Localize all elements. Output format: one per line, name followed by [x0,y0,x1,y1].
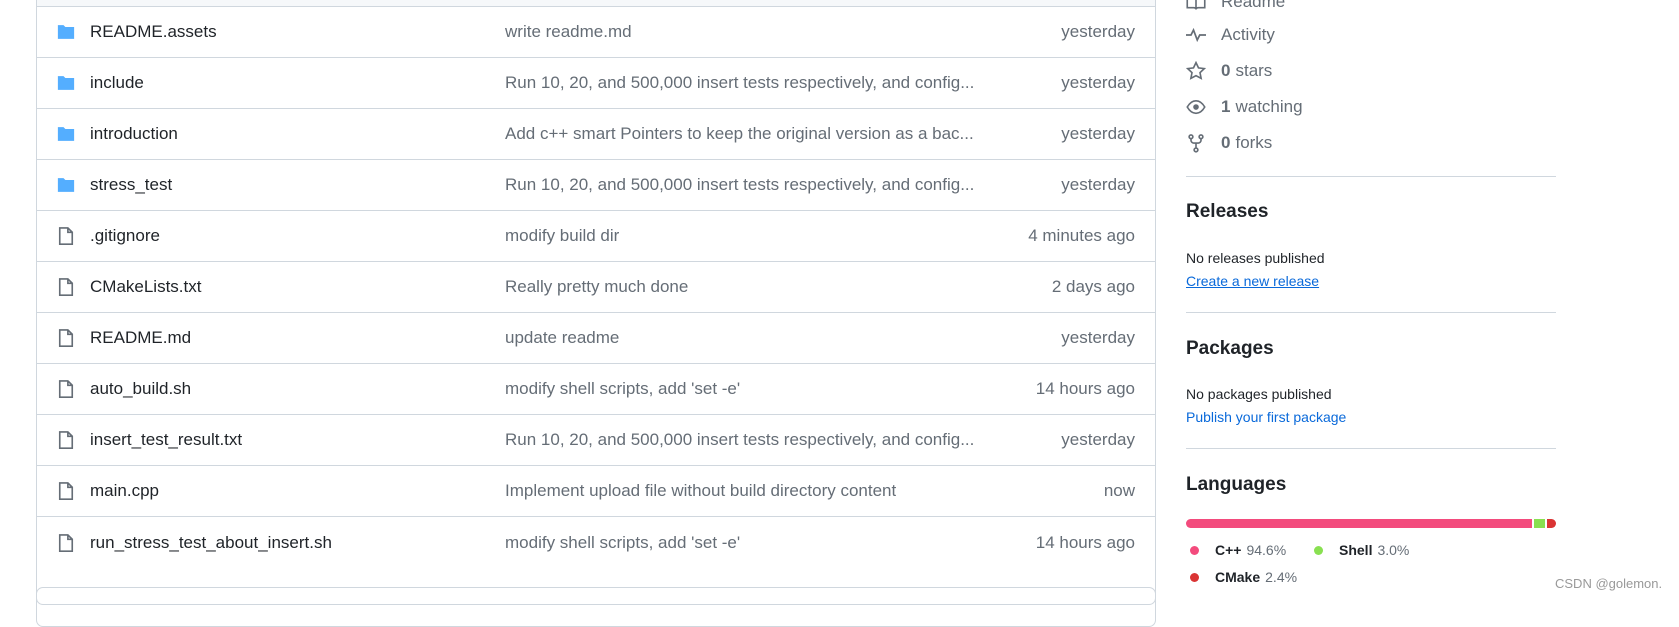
commit-date: 14 hours ago [1035,532,1135,552]
file-row[interactable]: run_stress_test_about_insert.sh modify s… [37,517,1155,568]
book-icon [1186,0,1206,10]
language-percent: 2.4% [1265,569,1298,585]
language-name: CMake [1215,569,1261,585]
publish-package-link[interactable]: Publish your first package [1186,409,1346,425]
folder-icon [56,22,76,42]
releases-heading[interactable]: Releases [1186,201,1268,223]
file-icon [56,430,76,450]
file-name-link[interactable]: include [90,73,144,93]
language-name: Shell [1339,542,1373,558]
language-bar-segment [1534,519,1546,528]
readme-link[interactable]: Readme [1186,0,1285,14]
file-name-link[interactable]: README.assets [90,22,217,42]
pulse-icon [1186,27,1206,43]
file-icon [56,533,76,553]
commit-date: now [1103,481,1135,500]
file-row[interactable]: auto_build.sh modify shell scripts, add … [37,364,1155,415]
file-row[interactable]: .gitignore modify build dir 4 minutes ag… [37,211,1155,262]
stars-link[interactable]: 0 stars [1186,59,1272,83]
commit-message-link[interactable]: modify shell scripts, add 'set -e' [505,379,740,399]
commit-message-link[interactable]: Run 10, 20, and 500,000 insert tests res… [505,430,974,450]
file-name-link[interactable]: README.md [90,328,191,348]
language-color-dot [1190,545,1199,555]
commit-date: 4 minutes ago [1028,226,1135,245]
language-bar-segment [1547,519,1556,528]
commit-date: yesterday [1061,328,1135,347]
packages-heading[interactable]: Packages [1186,338,1274,360]
commit-message-link[interactable]: modify shell scripts, add 'set -e' [505,533,740,553]
commit-message-link[interactable]: Run 10, 20, and 500,000 insert tests res… [505,73,974,93]
file-name-link[interactable]: insert_test_result.txt [90,430,242,450]
commit-date: yesterday [1061,175,1135,194]
file-row[interactable]: introduction Add c++ smart Pointers to k… [37,109,1155,160]
file-icon [56,379,76,399]
divider [1186,448,1556,449]
file-name-link[interactable]: auto_build.sh [90,379,191,399]
file-name-link[interactable]: .gitignore [90,226,160,246]
commit-message-link[interactable]: Really pretty much done [505,277,688,297]
language-bar [1186,519,1556,528]
file-row[interactable]: README.assets write readme.md yesterday [37,7,1155,58]
commit-date: yesterday [1061,73,1135,92]
file-icon [56,226,76,246]
file-name-link[interactable]: run_stress_test_about_insert.sh [90,533,332,553]
no-packages-text: No packages published [1186,386,1332,402]
language-percent: 94.6% [1246,542,1287,558]
eye-icon [1186,99,1206,115]
file-row[interactable]: main.cpp Implement upload file without b… [37,466,1155,517]
file-name-link[interactable]: main.cpp [90,481,159,501]
file-list-header [37,0,1155,7]
commit-date: 2 days ago [1051,277,1135,296]
file-name-link[interactable]: CMakeLists.txt [90,277,201,297]
language-name: C++ [1215,542,1242,558]
language-legend-item[interactable]: Shell 3.0% [1314,542,1409,558]
language-legend-item[interactable]: CMake 2.4% [1190,569,1297,585]
watching-link[interactable]: 1 watching [1186,95,1303,119]
create-release-link[interactable]: Create a new release [1186,273,1319,289]
file-row[interactable]: README.md update readme yesterday [37,313,1155,364]
fork-icon [1188,134,1204,153]
commit-date: 14 hours ago [1035,379,1135,398]
forks-link[interactable]: 0 forks [1186,131,1272,155]
folder-icon [56,175,76,195]
file-list: README.assets write readme.md yesterday … [36,0,1156,605]
languages-heading: Languages [1186,474,1287,495]
folder-icon [56,73,76,93]
star-icon [1186,61,1206,80]
activity-link[interactable]: Activity [1186,23,1275,47]
file-row[interactable]: insert_test_result.txt Run 10, 20, and 5… [37,415,1155,466]
commit-date: yesterday [1061,124,1135,143]
file-name-link[interactable]: introduction [90,124,178,144]
language-color-dot [1190,572,1199,582]
commit-date: yesterday [1061,430,1135,449]
file-row[interactable]: include Run 10, 20, and 500,000 insert t… [37,58,1155,109]
commit-message-link[interactable]: modify build dir [505,226,619,246]
commit-message-link[interactable]: Add c++ smart Pointers to keep the origi… [505,124,974,144]
language-bar-segment [1186,519,1533,528]
commit-message-link[interactable]: update readme [505,328,619,348]
file-row[interactable]: stress_test Run 10, 20, and 500,000 inse… [37,160,1155,211]
no-releases-text: No releases published [1186,250,1325,266]
folder-icon [56,124,76,144]
file-name-link[interactable]: stress_test [90,175,172,195]
file-icon [56,328,76,348]
file-row[interactable]: CMakeLists.txt Really pretty much done 2… [37,262,1155,313]
commit-message-link[interactable]: Run 10, 20, and 500,000 insert tests res… [505,175,974,195]
language-percent: 3.0% [1377,542,1410,558]
file-icon [56,481,76,501]
commit-message-link[interactable]: Implement upload file without build dire… [505,481,896,501]
readme-box [36,587,1156,627]
language-legend-item[interactable]: C++ 94.6% [1190,542,1286,558]
file-icon [56,277,76,297]
language-color-dot [1314,545,1323,555]
commit-date: yesterday [1061,22,1135,41]
divider [1186,176,1556,177]
watermark: CSDN @golemon. [1555,576,1663,591]
divider [1186,312,1556,313]
commit-message-link[interactable]: write readme.md [505,22,632,42]
